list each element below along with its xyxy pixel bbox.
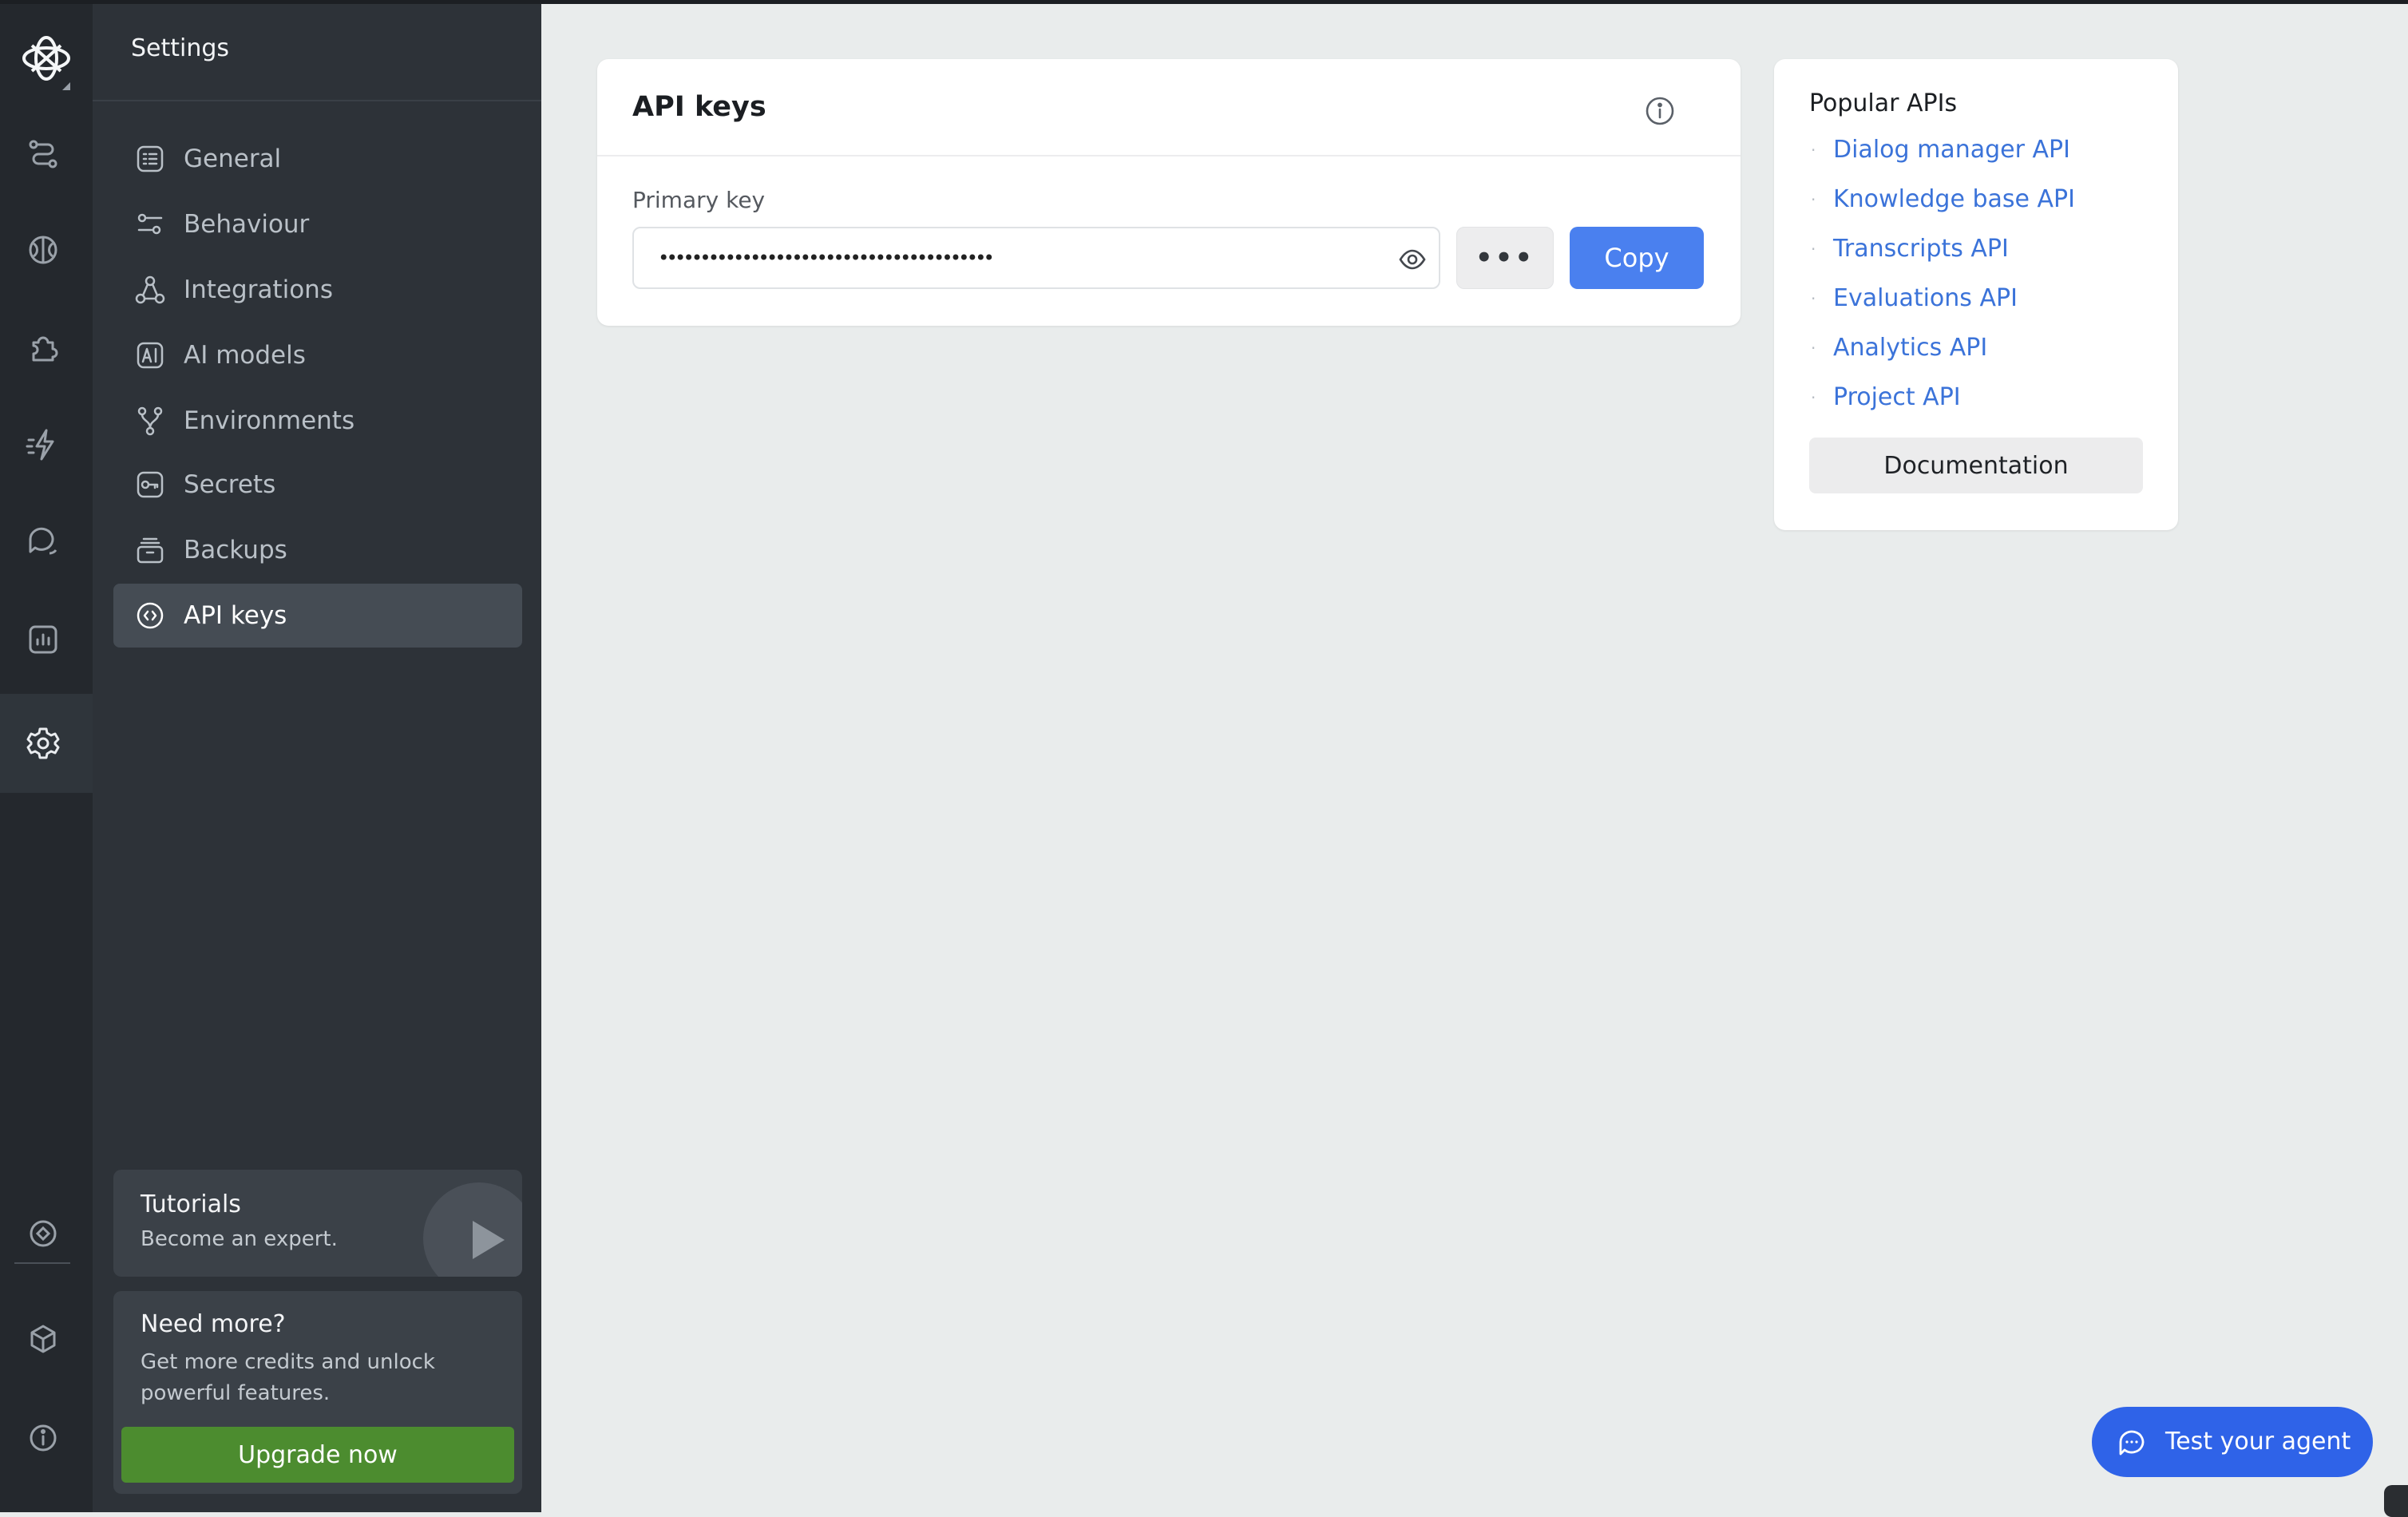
bullet-icon: ·: [1811, 388, 1816, 407]
logo-icon[interactable]: [13, 31, 80, 98]
cube-icon[interactable]: [22, 1318, 64, 1360]
settings-icon[interactable]: [22, 723, 64, 764]
play-icon[interactable]: [473, 1221, 505, 1259]
project-api-link[interactable]: Project API: [1833, 383, 1961, 412]
knowledge-icon[interactable]: [22, 229, 64, 271]
sidebar-item-secrets[interactable]: Secrets: [113, 453, 522, 517]
popular-apis-title: Popular APIs: [1809, 89, 1958, 117]
sidebar-item-label: AI models: [184, 341, 306, 370]
knowledge-base-api-link[interactable]: Knowledge base API: [1833, 185, 2075, 214]
actions-icon[interactable]: [22, 424, 64, 465]
documentation-button[interactable]: Documentation: [1809, 438, 2143, 493]
sidebar-item-ai-models[interactable]: AI models: [113, 323, 522, 387]
info-icon[interactable]: [22, 1417, 64, 1459]
bullet-icon: ·: [1811, 141, 1816, 160]
primary-key-input[interactable]: [658, 243, 1376, 273]
chat-icon[interactable]: [22, 520, 64, 561]
bullet-icon: ·: [1811, 289, 1816, 308]
eye-icon[interactable]: [1397, 244, 1428, 275]
target-icon[interactable]: [22, 1213, 64, 1254]
icon-rail: [0, 4, 93, 1512]
sidebar-item-integrations[interactable]: Integrations: [113, 258, 522, 322]
sidebar-item-backups[interactable]: Backups: [113, 518, 522, 582]
integrations-puzzle-icon[interactable]: [22, 327, 64, 368]
need-more-card: Need more? Get more credits and unlock p…: [113, 1291, 522, 1494]
analytics-api-link[interactable]: Analytics API: [1833, 334, 1987, 362]
sliders-icon: [134, 208, 166, 240]
settings-sidebar: Settings General Behaviour Integrations: [93, 4, 541, 1512]
corner-widget: [2384, 1485, 2408, 1517]
sidebar-item-general[interactable]: General: [113, 127, 522, 191]
sidebar-item-environments[interactable]: Environments: [113, 389, 522, 453]
test-your-agent-button[interactable]: Test your agent: [2092, 1407, 2373, 1477]
tutorials-card[interactable]: Tutorials Become an expert.: [113, 1170, 522, 1277]
tutorials-title: Tutorials: [141, 1190, 241, 1218]
primary-key-field[interactable]: [632, 227, 1440, 289]
bullet-icon: ·: [1811, 190, 1816, 209]
chat-bubble-icon: [2116, 1426, 2148, 1458]
integrations-icon: [134, 274, 166, 306]
sidebar-item-label: Secrets: [184, 470, 276, 499]
key-icon: [134, 469, 166, 501]
sidebar-item-label: API keys: [184, 601, 287, 630]
bullet-icon: ·: [1811, 339, 1816, 358]
rail-divider: [14, 1262, 70, 1264]
general-icon: [134, 143, 166, 175]
sidebar-item-api-keys[interactable]: API keys: [113, 584, 522, 648]
panel-header-divider: [597, 155, 1741, 156]
flows-icon[interactable]: [22, 133, 64, 175]
sidebar-item-behaviour[interactable]: Behaviour: [113, 192, 522, 256]
transcripts-api-link[interactable]: Transcripts API: [1833, 235, 2009, 263]
primary-key-label: Primary key: [632, 187, 766, 213]
sidebar-item-label: Environments: [184, 406, 355, 435]
sidebar-header-divider: [93, 100, 541, 101]
tutorials-subtitle: Become an expert.: [141, 1227, 338, 1251]
test-your-agent-label: Test your agent: [2165, 1428, 2351, 1456]
archive-icon: [134, 534, 166, 566]
sidebar-item-label: Backups: [184, 536, 287, 564]
branch-icon: [134, 405, 166, 437]
sidebar-item-label: Behaviour: [184, 210, 310, 239]
need-more-text: Get more credits and unlock powerful fea…: [141, 1350, 435, 1405]
api-keys-panel: API keys Primary key ••• Copy: [597, 59, 1741, 326]
copy-button[interactable]: Copy: [1570, 227, 1704, 289]
need-more-title: Need more?: [141, 1310, 286, 1338]
evaluations-api-link[interactable]: Evaluations API: [1833, 284, 2018, 313]
ai-models-icon: [134, 339, 166, 371]
popular-apis-panel: Popular APIs · Dialog manager API · Knowle…: [1774, 59, 2178, 530]
page-title: API keys: [632, 91, 766, 123]
upgrade-now-button[interactable]: Upgrade now: [121, 1427, 514, 1483]
sidebar-title: Settings: [131, 34, 230, 62]
api-icon: [134, 600, 166, 632]
bullet-icon: ·: [1811, 240, 1816, 259]
sidebar-item-label: General: [184, 145, 282, 173]
more-options-button[interactable]: •••: [1456, 227, 1554, 289]
dialog-manager-api-link[interactable]: Dialog manager API: [1833, 136, 2070, 164]
analytics-icon[interactable]: [22, 619, 64, 660]
info-icon[interactable]: [1643, 94, 1677, 128]
sidebar-item-label: Integrations: [184, 275, 333, 304]
